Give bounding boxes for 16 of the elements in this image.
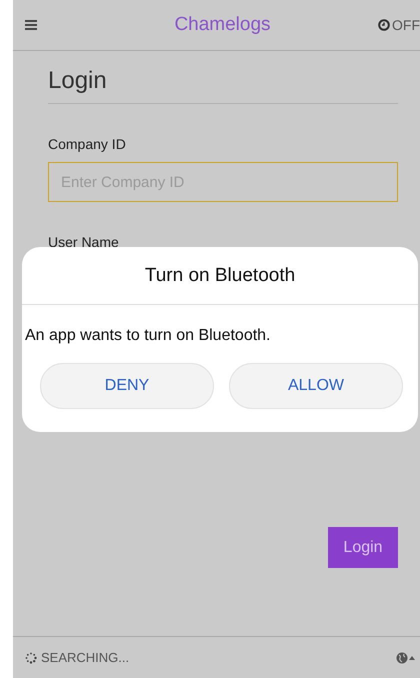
clock-icon	[378, 19, 390, 31]
field-label: Company ID	[48, 136, 127, 152]
timer-toggle[interactable]: OFF	[378, 17, 420, 33]
globe-icon[interactable]	[396, 652, 416, 664]
dialog-title: Turn on Bluetooth	[22, 247, 418, 305]
spinner-icon	[25, 652, 37, 664]
dialog-button[interactable]: ALLOW	[229, 363, 403, 409]
login-button[interactable]: Login	[328, 527, 398, 568]
field-label: User Name	[48, 234, 120, 250]
form-title: Login	[48, 51, 398, 104]
dialog-button[interactable]: DENY	[40, 363, 214, 409]
timer-status: OFF	[392, 17, 420, 33]
app-title: Chamelogs	[173, 14, 272, 36]
dialog-message: An app wants to turn on Bluetooth.	[24, 326, 272, 345]
menu-icon[interactable]	[25, 20, 37, 30]
status-text: SEARCHING...	[41, 650, 130, 665]
